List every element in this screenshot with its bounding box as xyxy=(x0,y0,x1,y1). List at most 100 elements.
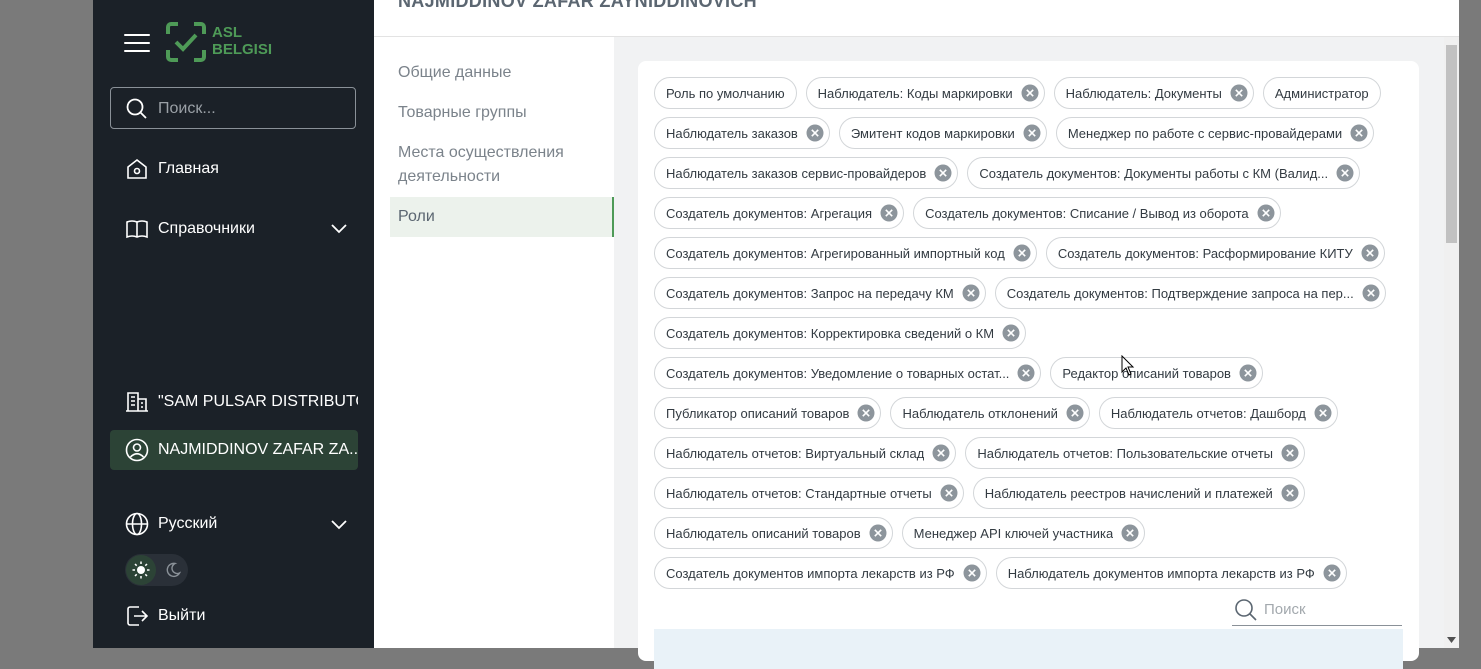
remove-role-icon[interactable] xyxy=(1362,284,1380,302)
role-chip[interactable]: Наблюдатель отчетов: Стандартные отчеты xyxy=(654,477,964,509)
role-chip[interactable]: Роль по умолчанию xyxy=(654,77,797,109)
remove-role-icon[interactable] xyxy=(1281,444,1299,462)
role-chip-label: Наблюдатель отчетов: Стандартные отчеты xyxy=(666,485,932,501)
role-chip-label: Создатель документов: Уведомление о това… xyxy=(666,365,1010,381)
role-chip[interactable]: Наблюдатель отчетов: Дашборд xyxy=(1098,397,1338,429)
role-chip[interactable]: Менеджер API ключей участника xyxy=(901,517,1146,549)
brand-logo[interactable]: ASL BELGISI xyxy=(164,20,274,64)
role-chip[interactable]: Наблюдатель: Коды маркировки xyxy=(805,77,1045,109)
remove-role-icon[interactable] xyxy=(1121,524,1139,542)
remove-role-icon[interactable] xyxy=(880,204,898,222)
remove-role-icon[interactable] xyxy=(806,124,824,142)
chevron-down-icon[interactable] xyxy=(331,222,347,234)
remove-role-icon[interactable] xyxy=(1257,204,1275,222)
role-chip[interactable]: Создатель документов: Агрегация xyxy=(654,197,905,229)
nav-home[interactable]: Главная xyxy=(124,156,219,182)
nav-references[interactable]: Справочники xyxy=(124,216,354,242)
remove-role-icon[interactable] xyxy=(932,444,950,462)
remove-role-icon[interactable] xyxy=(1239,364,1257,382)
role-chip[interactable]: Наблюдатель отклонений xyxy=(890,397,1090,429)
remove-role-icon[interactable] xyxy=(1002,324,1020,342)
remove-role-icon[interactable] xyxy=(934,164,952,182)
role-chip[interactable]: Создатель документов: Уведомление о това… xyxy=(654,357,1042,389)
role-chip[interactable]: Наблюдатель: Документы xyxy=(1053,77,1254,109)
role-chip-label: Наблюдатель отклонений xyxy=(902,405,1058,421)
roles-row: Наблюдатель описаний товаров Менеджер API… xyxy=(654,517,1414,549)
role-chip[interactable]: Наблюдатель документов импорта лекарств … xyxy=(995,557,1347,589)
role-chip[interactable]: Наблюдатель заказов xyxy=(654,117,830,149)
role-chip[interactable]: Создатель документов: Корректировка свед… xyxy=(654,317,1027,349)
chevron-down-icon[interactable] xyxy=(331,518,347,530)
role-chip[interactable]: Менеджер по работе с сервис-провайдерами xyxy=(1055,117,1375,149)
content-area: Роль по умолчанию Наблюдатель: Коды марки… xyxy=(614,37,1444,669)
language-selector[interactable]: Русский xyxy=(124,511,354,537)
scroll-down-icon[interactable] xyxy=(1447,637,1456,643)
remove-role-icon[interactable] xyxy=(1017,364,1035,382)
role-chip-label: Редактор описаний товаров xyxy=(1062,365,1231,381)
logout-button[interactable]: Выйти xyxy=(124,603,205,629)
roles-row: Создатель документов: Агрегированный имп… xyxy=(654,237,1414,269)
role-chip[interactable]: Эмитент кодов маркировки xyxy=(838,117,1047,149)
remove-role-icon[interactable] xyxy=(1023,124,1041,142)
role-chip[interactable]: Создатель документов: Документы работы с… xyxy=(967,157,1361,189)
remove-role-icon[interactable] xyxy=(1021,84,1039,102)
roles-row: Создатель документов: Уведомление о това… xyxy=(654,357,1414,389)
moon-icon[interactable] xyxy=(158,555,188,585)
role-chip[interactable]: Создатель документов: Подтверждение запр… xyxy=(994,277,1386,309)
roles-search-input[interactable]: Поиск xyxy=(1264,601,1306,618)
role-chip[interactable]: Наблюдатель отчетов: Виртуальный склад xyxy=(654,437,957,469)
role-chip[interactable]: Наблюдатель отчетов: Пользовательские от… xyxy=(965,437,1306,469)
right-gutter xyxy=(1459,0,1481,648)
role-chip[interactable]: Публикатор описаний товаров xyxy=(654,397,882,429)
remove-role-icon[interactable] xyxy=(1314,404,1332,422)
menu-icon[interactable] xyxy=(124,33,150,53)
remove-role-icon[interactable] xyxy=(1066,404,1084,422)
role-chip-label: Создатель документов: Расформирование КИ… xyxy=(1057,245,1353,261)
role-chip[interactable]: Создатель документов импорта лекарств из… xyxy=(654,557,987,589)
role-chip[interactable]: Редактор описаний товаров xyxy=(1050,357,1263,389)
remove-role-icon[interactable] xyxy=(963,564,981,582)
org-selector[interactable]: "SAM PULSAR DISTRIBUTO... xyxy=(110,382,358,422)
role-chip[interactable]: Создатель документов: Агрегированный имп… xyxy=(654,237,1037,269)
remove-role-icon[interactable] xyxy=(1361,244,1379,262)
subnav-product-groups[interactable]: Товарные группы xyxy=(398,101,527,125)
remove-role-icon[interactable] xyxy=(1013,244,1031,262)
roles-row: Роль по умолчанию Наблюдатель: Коды марки… xyxy=(654,77,1414,109)
role-chip[interactable]: Наблюдатель реестров начислений и платеж… xyxy=(972,477,1305,509)
remove-role-icon[interactable] xyxy=(940,484,958,502)
role-chip[interactable]: Наблюдатель описаний товаров xyxy=(654,517,893,549)
sun-icon[interactable] xyxy=(126,555,156,585)
remove-role-icon[interactable] xyxy=(1350,124,1368,142)
main-area: NAJMIDDINOV ZAFAR ZAYNIDDINOVICH Общие д… xyxy=(374,0,1459,669)
role-chip[interactable]: Создатель документов: Расформирование КИ… xyxy=(1045,237,1385,269)
search-icon xyxy=(1235,599,1257,621)
remove-role-icon[interactable] xyxy=(1336,164,1354,182)
search-input[interactable]: Поиск... xyxy=(158,100,216,118)
remove-role-icon[interactable] xyxy=(869,524,887,542)
roles-search[interactable]: Поиск xyxy=(1232,595,1402,626)
subnav-locations[interactable]: Места осуществления деятельности xyxy=(398,141,598,189)
sidebar-search[interactable]: Поиск... xyxy=(110,87,356,129)
roles-chip-list: Роль по умолчанию Наблюдатель: Коды марки… xyxy=(654,77,1414,597)
scrollbar-thumb[interactable] xyxy=(1446,45,1457,243)
subnav-general[interactable]: Общие данные xyxy=(398,61,511,85)
user-profile[interactable]: NAJMIDDINOV ZAFAR ZA... xyxy=(110,430,358,470)
role-chip-label: Публикатор описаний товаров xyxy=(666,405,850,421)
role-chip[interactable]: Создатель документов: Запрос на передачу… xyxy=(654,277,986,309)
role-chip[interactable]: Наблюдатель заказов сервис-провайдеров xyxy=(654,157,959,189)
role-chip[interactable]: Создатель документов: Списание / Вывод и… xyxy=(913,197,1281,229)
theme-toggle[interactable] xyxy=(125,554,188,586)
remove-role-icon[interactable] xyxy=(1281,484,1299,502)
remove-role-icon[interactable] xyxy=(857,404,875,422)
scrollbar[interactable] xyxy=(1444,37,1459,648)
roles-row: Наблюдатель заказов Эмитент кодов маркиро… xyxy=(654,117,1414,149)
logout-label: Выйти xyxy=(158,607,206,624)
remove-role-icon[interactable] xyxy=(962,284,980,302)
profile-subnav: Общие данные Товарные группы Места осуще… xyxy=(374,37,615,648)
remove-role-icon[interactable] xyxy=(1230,84,1248,102)
role-chip[interactable]: Администратор xyxy=(1262,77,1381,109)
remove-role-icon[interactable] xyxy=(1323,564,1341,582)
logout-icon xyxy=(124,603,150,629)
subnav-roles[interactable]: Роли xyxy=(390,197,614,237)
role-chip-label: Наблюдатель заказов сервис-провайдеров xyxy=(666,165,927,181)
